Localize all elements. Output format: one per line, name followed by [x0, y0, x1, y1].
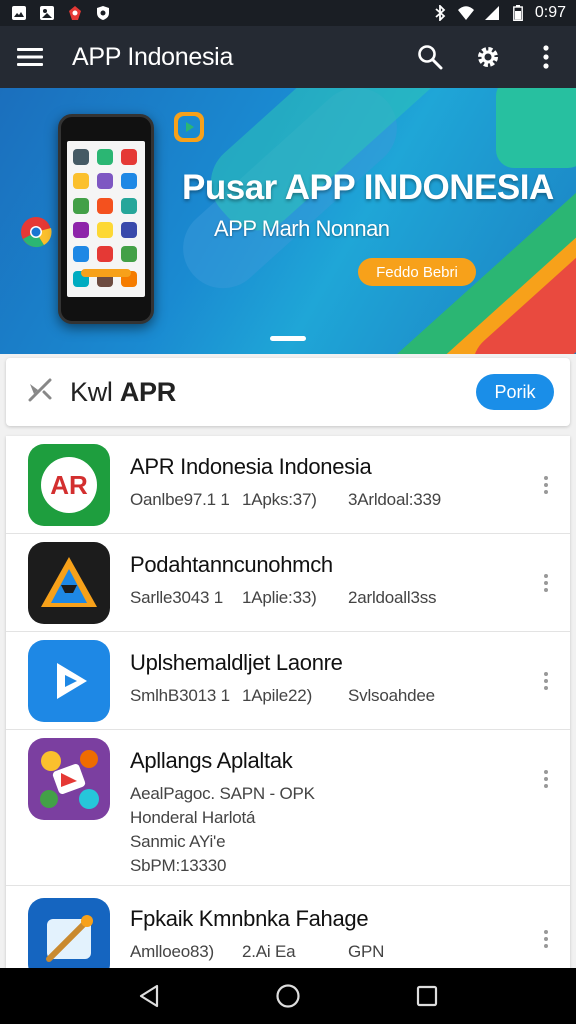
more-options-icon[interactable] — [544, 672, 550, 690]
search-icon[interactable] — [416, 43, 444, 71]
signal-icon — [483, 5, 501, 21]
app-size: 1Aplie:33) — [242, 588, 317, 607]
more-options-icon[interactable] — [544, 476, 550, 494]
carousel-indicator[interactable] — [270, 336, 306, 341]
app-name: Uplshemaldljet Laonre — [130, 650, 343, 675]
app-downloads: Svlsoahdee — [348, 686, 435, 705]
search-button[interactable]: Porik — [476, 374, 554, 410]
menu-icon[interactable] — [16, 43, 44, 71]
banner-headline: Pusar APP INDONESIA — [182, 168, 554, 207]
system-nav-bar — [0, 968, 576, 1024]
app-downloads: GPN — [348, 942, 385, 961]
more-options-icon[interactable] — [544, 770, 550, 788]
apr-app-icon: AR — [28, 444, 110, 526]
banner-app-icon — [496, 88, 576, 168]
app-detail-line: AealPagoc. SAPN - OPK — [130, 784, 315, 803]
list-item[interactable]: AR APR Indonesia Indonesia Oanlbe97.1 1 … — [6, 436, 570, 534]
promo-banner[interactable]: Pusar APP INDONESIA APP Marh Nonnan Fedd… — [0, 88, 576, 354]
app-version: Amlloeo83) — [130, 942, 214, 961]
banner-mini-icon — [174, 112, 204, 142]
app-name: Fpkaik Kmnbnka Fahage — [130, 906, 369, 931]
app-size: 1Apks:37) — [242, 490, 317, 509]
banner-cta-button[interactable]: Feddo Bebri — [358, 258, 476, 286]
app-name: Apllangs Aplaltak — [130, 748, 293, 773]
battery-icon — [509, 5, 527, 21]
play-app-icon — [28, 640, 110, 722]
app-name: APR Indonesia Indonesia — [130, 454, 372, 479]
svg-text:AR: AR — [50, 470, 88, 500]
search-input[interactable]: Kwl APR — [70, 377, 176, 408]
tools-icon — [26, 376, 54, 409]
bluetooth-icon — [431, 5, 449, 21]
app-version: Sarlle3043 1 — [130, 588, 224, 607]
phone-illustration — [58, 114, 154, 324]
app-version: SmlhB3013 1 — [130, 686, 230, 705]
back-icon[interactable] — [129, 976, 169, 1016]
search-bar[interactable]: Kwl APR Porik — [6, 358, 570, 426]
app-list: AR APR Indonesia Indonesia Oanlbe97.1 1 … — [6, 436, 570, 968]
app-downloads: 2arldoall3ss — [348, 588, 437, 607]
app-detail-line: Honderal Harlotá — [130, 808, 256, 827]
recents-icon[interactable] — [407, 976, 447, 1016]
list-item[interactable]: Podahtanncunohmch Sarlle3043 1 1Aplie:33… — [6, 534, 570, 632]
settings-icon[interactable] — [474, 43, 502, 71]
more-options-icon[interactable] — [544, 930, 550, 948]
status-bar: 0:97 — [0, 0, 576, 26]
banner-subheadline: APP Marh Nonnan — [214, 216, 390, 241]
editor-app-icon — [28, 898, 110, 968]
search-placeholder-bold: APR — [119, 376, 176, 407]
status-time: 0:97 — [534, 4, 566, 21]
wifi-icon — [457, 5, 475, 21]
game-icon — [66, 5, 84, 21]
list-item[interactable]: Apllangs Aplaltak AealPagoc. SAPN - OPK … — [6, 730, 570, 886]
collage-app-icon — [28, 738, 110, 820]
shield-icon — [94, 5, 112, 21]
more-options-icon[interactable] — [544, 574, 550, 592]
search-placeholder-prefix: Kwl — [70, 376, 113, 407]
app-downloads: 3Arldoal:339 — [348, 490, 442, 509]
app-title: APP Indonesia — [72, 42, 234, 71]
app-detail-line: Sanmic AYi'e — [130, 832, 226, 851]
app-bar: APP Indonesia — [0, 26, 576, 88]
app-size: 2.Ai Ea — [242, 942, 296, 961]
image-icon — [10, 5, 28, 21]
home-icon[interactable] — [268, 976, 308, 1016]
photo-icon — [38, 5, 56, 21]
triangle-app-icon — [28, 542, 110, 624]
more-vert-icon[interactable] — [532, 43, 560, 71]
app-name: Podahtanncunohmch — [130, 552, 333, 577]
chrome-icon — [20, 216, 52, 248]
list-item[interactable]: Fpkaik Kmnbnka Fahage Amlloeo83) 2.Ai Ea… — [6, 886, 570, 968]
app-detail-line: SbPM:13330 — [130, 856, 227, 875]
list-item[interactable]: Uplshemaldljet Laonre SmlhB3013 1 1Apile… — [6, 632, 570, 730]
app-version: Oanlbe97.1 1 — [130, 490, 230, 509]
app-size: 1Apile22) — [242, 686, 313, 705]
